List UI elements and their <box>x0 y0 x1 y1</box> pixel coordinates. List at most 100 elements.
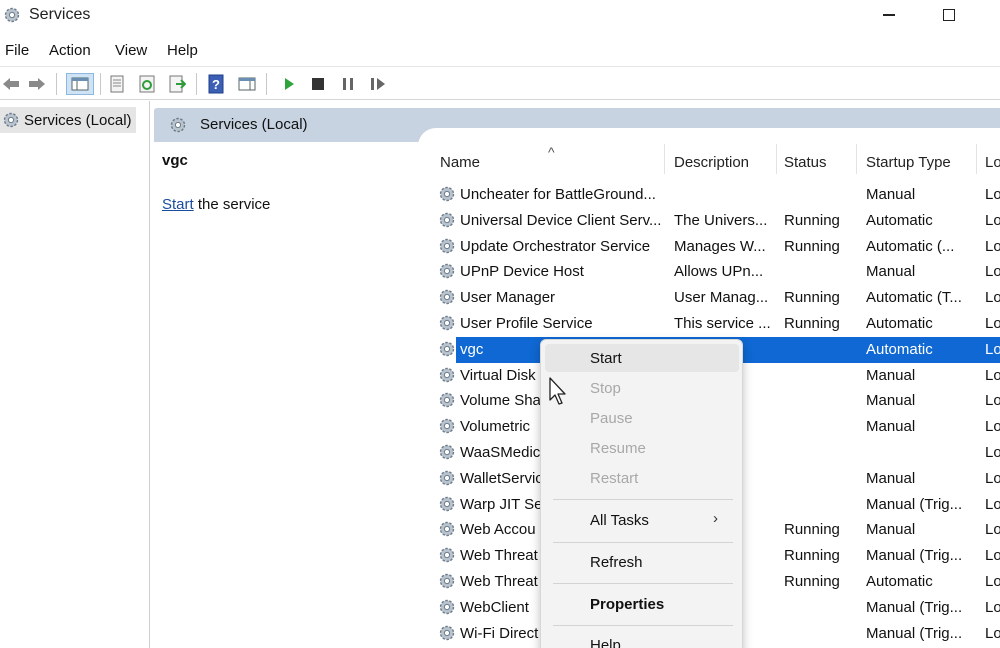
start-service-line: Start the service <box>162 196 270 213</box>
column-header-label: Startup Type <box>866 153 951 171</box>
help-button[interactable]: ? <box>205 73 227 95</box>
start-service-icon <box>285 78 294 90</box>
service-log-on-as: Lo <box>985 521 1000 539</box>
menu-item-start[interactable]: Start <box>590 350 622 367</box>
services-gear-icon <box>4 7 20 23</box>
toolbar-separator <box>196 73 197 95</box>
mouse-cursor-icon <box>549 377 566 405</box>
refresh-icon <box>139 75 155 93</box>
menu-separator <box>553 499 733 500</box>
main-header-title: Services (Local) <box>200 116 308 133</box>
service-startup-type: Manual <box>866 186 916 203</box>
service-gear-icon <box>439 573 455 589</box>
column-header-description[interactable]: Description <box>674 148 749 176</box>
service-row[interactable]: Update Orchestrator Service Manages W... R… <box>436 234 1000 260</box>
service-log-on-as: Lo <box>985 469 1000 487</box>
service-log-on-as: Lo <box>985 418 1000 436</box>
toolbar-separator <box>100 73 101 95</box>
column-header-label: Status <box>784 153 827 171</box>
service-gear-icon <box>439 599 455 614</box>
service-gear-icon <box>439 496 455 511</box>
sort-ascending-icon: ^ <box>548 144 555 160</box>
menu-item-all-tasks[interactable]: All Tasks <box>590 512 649 529</box>
service-log-on-as: Lo <box>985 624 1000 642</box>
service-gear-icon <box>439 522 455 537</box>
service-gear-icon <box>439 444 455 460</box>
back-button[interactable] <box>0 73 22 95</box>
service-row[interactable]: Universal Device Client Serv... The Unive… <box>436 208 1000 234</box>
back-arrow-icon <box>3 78 19 90</box>
menu-action[interactable]: Action <box>47 42 93 59</box>
service-name: Universal Device Client Serv... <box>460 211 662 229</box>
refresh-button[interactable] <box>136 73 158 95</box>
service-status: Running <box>784 237 840 255</box>
service-startup-type: Manual (Trig... <box>866 598 963 616</box>
column-header-label: Description <box>674 153 750 171</box>
service-row[interactable]: Uncheater for BattleGround... Manual Lo <box>436 182 1000 208</box>
title-bar: Services <box>0 0 1000 32</box>
service-name: User Profile Service <box>460 315 593 332</box>
service-row[interactable]: User Profile Service This service ... Runn… <box>436 311 1000 337</box>
service-log-on-as: Lo <box>985 573 1000 590</box>
toolbar: ? <box>0 66 1000 100</box>
service-name: UPnP Device Host <box>460 263 584 281</box>
console-tree: Services (Local) <box>0 101 150 648</box>
start-service-button[interactable] <box>278 73 300 95</box>
service-startup-type: Manual <box>866 366 916 384</box>
show-hide-action-pane-button[interactable] <box>236 73 258 95</box>
column-separator[interactable] <box>856 144 857 174</box>
context-menu: Start Stop Pause Resume Restart All Task… <box>540 339 743 648</box>
service-startup-type: Manual <box>866 263 916 281</box>
export-list-button[interactable] <box>166 73 188 95</box>
help-icon: ? <box>208 74 224 94</box>
stop-service-icon <box>312 78 324 90</box>
window-title: Services <box>29 6 91 23</box>
service-startup-type: Automatic <box>866 211 933 229</box>
column-header-status[interactable]: Status <box>784 148 827 176</box>
column-header-startup-type[interactable]: Startup Type <box>866 148 951 176</box>
column-header-label: Name <box>440 153 481 171</box>
menu-help[interactable]: Help <box>165 42 200 59</box>
column-separator[interactable] <box>976 144 977 174</box>
column-separator[interactable] <box>776 144 777 174</box>
service-log-on-as: Lo <box>985 186 1000 203</box>
restart-service-button[interactable] <box>367 73 389 95</box>
properties-button[interactable] <box>106 73 128 95</box>
service-startup-type: Manual (Trig... <box>866 547 963 565</box>
service-gear-icon <box>439 625 455 640</box>
menu-separator <box>553 625 733 626</box>
menu-item-refresh[interactable]: Refresh <box>590 554 643 571</box>
menu-item-help[interactable]: Help <box>590 637 621 648</box>
start-service-suffix: the service <box>193 196 271 213</box>
maximize-button[interactable] <box>926 2 972 28</box>
column-header-log-on-as[interactable]: Lo <box>985 148 1000 176</box>
column-header-name[interactable]: Name ^ <box>440 144 555 176</box>
service-gear-icon <box>439 264 455 279</box>
forward-button[interactable] <box>26 73 48 95</box>
service-gear-icon <box>439 470 455 485</box>
service-log-on-as: Lo <box>985 340 1000 358</box>
service-startup-type: Manual <box>866 418 916 436</box>
start-service-link[interactable]: Start <box>162 196 194 213</box>
stop-service-button[interactable] <box>307 73 329 95</box>
service-row[interactable]: UPnP Device Host Allows UPn... Manual Lo <box>436 259 1000 285</box>
menu-file[interactable]: File <box>3 42 31 59</box>
service-log-on-as: Lo <box>985 495 1000 513</box>
minimize-button[interactable] <box>866 2 912 28</box>
menu-item-restart: Restart <box>590 470 639 487</box>
service-row[interactable]: User Manager User Manag... Running Automati… <box>436 285 1000 311</box>
show-hide-console-tree-button[interactable] <box>66 73 94 95</box>
menu-item-properties[interactable]: Properties <box>590 596 664 613</box>
service-gear-icon <box>439 341 455 356</box>
service-startup-type: Automatic (T... <box>866 289 962 307</box>
service-description: This service ... <box>674 315 771 332</box>
tree-node-services-local[interactable]: Services (Local) <box>0 107 136 133</box>
minimize-icon <box>883 14 895 16</box>
show-hide-icon <box>238 77 256 91</box>
service-name: User Manager <box>460 289 556 307</box>
column-separator[interactable] <box>664 144 665 174</box>
menu-item-pause: Pause <box>590 410 633 427</box>
menu-view[interactable]: View <box>113 42 149 59</box>
pause-service-button[interactable] <box>337 73 359 95</box>
service-log-on-as: Lo <box>985 237 1000 255</box>
